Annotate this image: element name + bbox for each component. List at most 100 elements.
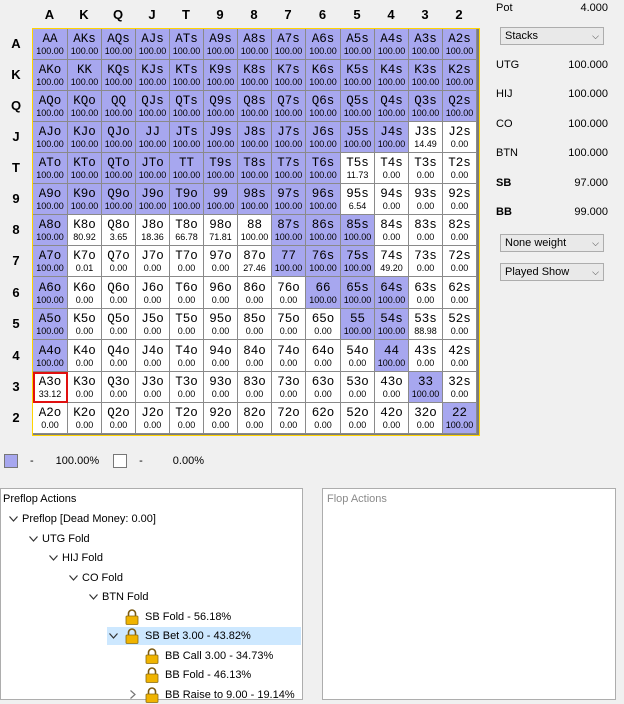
hand-cell[interactable]: QTs 100.00 — [170, 91, 204, 122]
hand-cell[interactable]: 98o 71.81 — [204, 215, 238, 246]
hand-cell[interactable]: QJs 100.00 — [136, 91, 170, 122]
hand-cell[interactable]: T9s 100.00 — [204, 153, 238, 184]
hand-cell[interactable]: ATo 100.00 — [33, 153, 68, 184]
hand-cell[interactable]: T2o 0.00 — [170, 403, 204, 434]
hand-cell[interactable]: K5o 0.00 — [68, 309, 102, 340]
hand-cell[interactable]: J5s 100.00 — [341, 122, 375, 153]
hand-cell[interactable]: 77 100.00 — [272, 246, 306, 277]
hand-cell[interactable]: KJo 100.00 — [68, 122, 102, 153]
hand-cell[interactable]: 73o 0.00 — [272, 372, 306, 403]
hand-cell[interactable]: 92s 0.00 — [443, 184, 477, 215]
hand-cell[interactable]: T7o 0.00 — [170, 246, 204, 277]
hand-cell[interactable]: 53s 88.98 — [409, 309, 443, 340]
hand-cell[interactable]: KTo 100.00 — [68, 153, 102, 184]
hand-cell[interactable]: A9o 100.00 — [33, 184, 68, 215]
hand-cell[interactable]: A9s 100.00 — [204, 29, 238, 60]
hand-cell[interactable]: 86o 0.00 — [238, 277, 272, 309]
hand-cell[interactable]: T8s 100.00 — [238, 153, 272, 184]
hand-cell[interactable]: J3o 0.00 — [136, 372, 170, 403]
hand-cell[interactable]: 32o 0.00 — [409, 403, 443, 434]
hand-cell[interactable]: KQs 100.00 — [102, 60, 136, 91]
hand-cell[interactable]: J2s 0.00 — [443, 122, 477, 153]
hand-cell[interactable]: 42o 0.00 — [375, 403, 409, 434]
hand-cell[interactable]: Q9s 100.00 — [204, 91, 238, 122]
hand-cell[interactable]: 63o 0.00 — [306, 372, 341, 403]
hand-cell[interactable]: 85s 100.00 — [341, 215, 375, 246]
hand-cell[interactable]: AQs 100.00 — [102, 29, 136, 60]
hand-cell[interactable]: K8o 80.92 — [68, 215, 102, 246]
hand-cell[interactable]: T7s 100.00 — [272, 153, 306, 184]
hand-cell[interactable]: 85o 0.00 — [238, 309, 272, 340]
tree-node[interactable]: SB Fold - 56.18% — [107, 608, 231, 626]
hand-cell[interactable]: 54o 0.00 — [341, 340, 375, 372]
hand-cell[interactable]: J6o 0.00 — [136, 277, 170, 309]
hand-cell[interactable]: 93s 0.00 — [409, 184, 443, 215]
hand-cell[interactable]: T8o 66.78 — [170, 215, 204, 246]
hand-cell[interactable]: A4o 100.00 — [33, 340, 68, 372]
hand-cell[interactable]: J8o 18.36 — [136, 215, 170, 246]
hand-cell[interactable]: 62o 0.00 — [306, 403, 341, 434]
hand-cell[interactable]: A2s 100.00 — [443, 29, 477, 60]
hand-cell[interactable]: AQo 100.00 — [33, 91, 68, 122]
hand-cell[interactable]: 62s 0.00 — [443, 277, 477, 309]
chevron-right-icon[interactable] — [127, 689, 139, 701]
hand-cell[interactable]: 52s 0.00 — [443, 309, 477, 340]
hand-cell[interactable]: 95s 6.54 — [341, 184, 375, 215]
hand-cell[interactable]: J3s 14.49 — [409, 122, 443, 153]
hand-cell[interactable]: Q6s 100.00 — [306, 91, 341, 122]
hand-cell[interactable]: 87o 27.46 — [238, 246, 272, 277]
hand-cell[interactable]: 92o 0.00 — [204, 403, 238, 434]
hand-cell[interactable]: Q3o 0.00 — [102, 372, 136, 403]
hand-cell[interactable]: A3s 100.00 — [409, 29, 443, 60]
tree-node[interactable]: BB Fold - 46.13% — [127, 666, 251, 684]
hand-cell[interactable]: K6o 0.00 — [68, 277, 102, 309]
chevron-down-icon[interactable] — [107, 630, 119, 642]
hand-cell[interactable]: KK 100.00 — [68, 60, 102, 91]
hand-cell[interactable]: Q8o 3.65 — [102, 215, 136, 246]
hand-cell[interactable]: 55 100.00 — [341, 309, 375, 340]
hand-cell[interactable]: T4s 0.00 — [375, 153, 409, 184]
hand-cell[interactable]: K4o 0.00 — [68, 340, 102, 372]
hand-cell[interactable]: A5s 100.00 — [341, 29, 375, 60]
hand-cell[interactable]: 53o 0.00 — [341, 372, 375, 403]
hand-cell[interactable]: A6s 100.00 — [306, 29, 341, 60]
hand-cell[interactable]: J2o 0.00 — [136, 403, 170, 434]
hand-cell[interactable]: JTo 100.00 — [136, 153, 170, 184]
hand-cell[interactable]: JTs 100.00 — [170, 122, 204, 153]
hand-cell[interactable]: A6o 100.00 — [33, 277, 68, 309]
hand-cell[interactable]: T5s 11.73 — [341, 153, 375, 184]
hand-cell[interactable]: Q4s 100.00 — [375, 91, 409, 122]
hand-cell[interactable]: 32s 0.00 — [443, 372, 477, 403]
hand-cell[interactable]: 94s 0.00 — [375, 184, 409, 215]
hand-cell[interactable]: 64o 0.00 — [306, 340, 341, 372]
hand-cell[interactable]: 98s 100.00 — [238, 184, 272, 215]
hand-cell[interactable]: Q7o 0.00 — [102, 246, 136, 277]
hand-cell[interactable]: 96s 100.00 — [306, 184, 341, 215]
hand-cell[interactable]: AKo 100.00 — [33, 60, 68, 91]
hand-cell[interactable]: Q5o 0.00 — [102, 309, 136, 340]
hand-cell[interactable]: 82s 0.00 — [443, 215, 477, 246]
chevron-down-icon[interactable] — [7, 513, 19, 525]
hand-cell[interactable]: AA 100.00 — [33, 29, 68, 60]
show-select[interactable]: Played Show ⌵ — [500, 263, 604, 281]
hand-cell[interactable]: 97s 100.00 — [272, 184, 306, 215]
hand-cell[interactable]: 75o 0.00 — [272, 309, 306, 340]
hand-cell[interactable]: A5o 100.00 — [33, 309, 68, 340]
hand-cell[interactable]: T4o 0.00 — [170, 340, 204, 372]
hand-cell[interactable]: K7o 0.01 — [68, 246, 102, 277]
hand-cell[interactable]: TT 100.00 — [170, 153, 204, 184]
hand-cell[interactable]: J4s 100.00 — [375, 122, 409, 153]
tree-node[interactable]: CO Fold — [67, 569, 123, 587]
hand-cell[interactable]: 65o 0.00 — [306, 309, 341, 340]
hand-cell[interactable]: A7o 100.00 — [33, 246, 68, 277]
hand-cell[interactable]: 65s 100.00 — [341, 277, 375, 309]
hand-cell[interactable]: K6s 100.00 — [306, 60, 341, 91]
hand-cell[interactable]: 72s 0.00 — [443, 246, 477, 277]
hand-cell[interactable]: T6s 100.00 — [306, 153, 341, 184]
hand-cell[interactable]: J6s 100.00 — [306, 122, 341, 153]
hand-cell[interactable]: A3o 33.12 — [33, 372, 68, 403]
hand-cell[interactable]: T3o 0.00 — [170, 372, 204, 403]
hand-cell[interactable]: 74s 49.20 — [375, 246, 409, 277]
chevron-down-icon[interactable] — [47, 552, 59, 564]
tree-node[interactable]: BB Raise to 9.00 - 19.14% — [127, 686, 295, 704]
